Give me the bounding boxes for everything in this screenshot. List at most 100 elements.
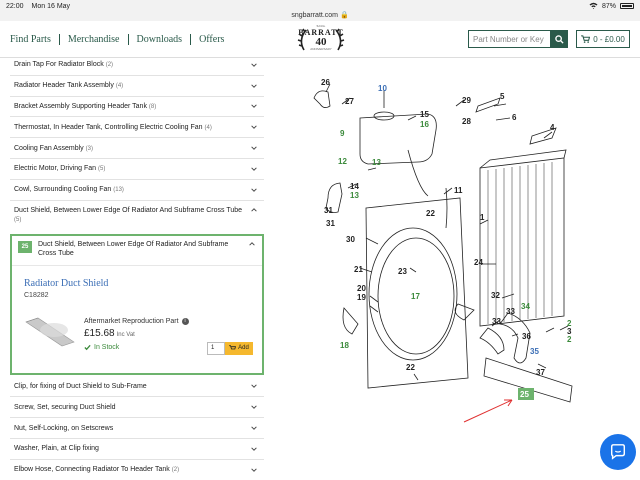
category-row[interactable]: Drain Tap For Radiator Block (2) <box>10 55 264 76</box>
category-label: Elbow Hose, Connecting Radiator To Heade… <box>14 466 170 474</box>
callout-6: 6 <box>512 113 517 122</box>
callout-22a: 22 <box>426 209 435 218</box>
callout-9: 9 <box>340 129 345 138</box>
category-count: (2) <box>105 62 114 69</box>
chat-button[interactable] <box>600 434 636 470</box>
callout-25: 25 <box>520 390 529 399</box>
category-label: Duct Shield, Between Lower Edge Of Radia… <box>14 206 243 214</box>
url-bar[interactable]: sngbarratt.com 🔒 <box>0 11 640 21</box>
category-row[interactable]: Cooling Fan Assembly (3) <box>10 138 264 159</box>
category-count: (13) <box>113 187 124 194</box>
product-code: C18282 <box>24 291 49 299</box>
callout-33a: 33 <box>492 317 501 326</box>
nav-find-parts[interactable]: Find Parts <box>10 34 59 45</box>
category-label: Radiator Header Tank Assembly <box>14 82 114 90</box>
callout-10: 10 <box>378 84 387 93</box>
site-logo[interactable]: S.N.G. BARRATT 40 ANNIVERSARY <box>296 24 346 56</box>
part-header[interactable]: 25 Duct Shield, Between Lower Edge Of Ra… <box>12 236 262 266</box>
category-count: (3) <box>85 145 93 152</box>
callout-23: 23 <box>398 267 407 276</box>
main-nav: Find Parts Merchandise Downloads Offers <box>10 34 232 45</box>
callout-35: 35 <box>530 347 539 356</box>
info-icon[interactable]: i <box>181 317 189 325</box>
callout-37: 37 <box>536 368 545 377</box>
chevron-down-icon <box>251 104 257 109</box>
chevron-down-icon <box>251 384 257 389</box>
category-label: Drain Tap For Radiator Block <box>14 61 104 69</box>
product-image[interactable] <box>24 312 76 352</box>
callout-31b: 31 <box>326 219 335 228</box>
search-input[interactable]: Part Number or Key <box>468 30 550 48</box>
chevron-down-icon <box>251 426 257 430</box>
nav-merchandise[interactable]: Merchandise <box>58 34 128 45</box>
category-row[interactable]: Electric Motor, Driving Fan (5) <box>10 159 264 180</box>
callout-13b: 13 <box>350 191 359 200</box>
chevron-down-icon <box>251 84 257 88</box>
category-row[interactable]: Nut, Self-Locking, on Setscrews <box>10 418 264 439</box>
cart-button[interactable]: 0 - £0.00 <box>576 30 630 48</box>
callout-21: 21 <box>354 265 363 274</box>
category-count: (8) <box>148 103 157 110</box>
callout-29: 29 <box>462 96 471 105</box>
parts-diagram: 25 26 27 10 29 28 15 16 5 6 4 9 12 13 14… <box>313 78 573 423</box>
status-battery: 87% <box>601 2 616 10</box>
category-label: Clip, for fixing of Duct Shield to Sub-F… <box>14 382 147 390</box>
product-title[interactable]: Radiator Duct Shield <box>24 278 108 289</box>
category-label: Cowl, Surrounding Cooling Fan <box>14 186 112 194</box>
product-type-text: Aftermarket Reproduction Part <box>84 317 179 325</box>
category-count: (4) <box>204 124 212 131</box>
category-row[interactable]: Thermostat, In Header Tank, Controlling … <box>10 117 264 139</box>
check-icon <box>84 344 91 350</box>
callout-27: 27 <box>345 97 354 106</box>
category-label: Cooling Fan Assembly <box>14 144 84 152</box>
category-row[interactable]: Washer, Plain, at Clip fixing <box>10 439 264 460</box>
category-row[interactable]: Bracket Assembly Supporting Header Tank … <box>10 97 264 118</box>
product-price: £15.68 Inc Vat <box>84 328 135 339</box>
category-open[interactable]: Duct Shield, Between Lower Edge Of Radia… <box>10 201 264 232</box>
chevron-down-icon <box>251 447 257 451</box>
chevron-down-icon <box>251 405 257 410</box>
category-label: Bracket Assembly Supporting Header Tank <box>14 102 147 110</box>
stock-status: In Stock <box>84 344 119 351</box>
callout-28: 28 <box>462 117 471 126</box>
category-row[interactable]: Screw, Set, securing Duct Shield <box>10 397 264 419</box>
add-to-basket-button[interactable]: Add <box>225 341 253 355</box>
cart-label: 0 - £0.00 <box>593 34 625 44</box>
category-row[interactable]: Cowl, Surrounding Cooling Fan (13) <box>10 180 264 201</box>
callout-26: 26 <box>321 78 330 87</box>
callout-24: 24 <box>474 258 483 267</box>
nav-offers[interactable]: Offers <box>190 34 232 45</box>
radiator-core <box>479 157 565 327</box>
chevron-down-icon <box>251 468 257 472</box>
callout-20: 20 <box>357 284 366 293</box>
search-icon <box>554 34 564 44</box>
callout-12: 12 <box>338 157 347 166</box>
chevron-up-icon <box>251 207 257 212</box>
nav-downloads[interactable]: Downloads <box>127 34 191 45</box>
chevron-down-icon <box>251 63 257 67</box>
callout-19: 19 <box>357 293 366 302</box>
callout-36: 36 <box>522 332 531 341</box>
status-time: 22:00 <box>6 2 24 10</box>
expanded-part-card: 25 Duct Shield, Between Lower Edge Of Ra… <box>10 233 264 375</box>
category-row[interactable]: Radiator Header Tank Assembly (4) <box>10 76 264 97</box>
logo-sub: ANNIVERSARY <box>310 47 332 51</box>
cart-icon <box>581 35 591 43</box>
category-row[interactable]: Clip, for fixing of Duct Shield to Sub-F… <box>10 377 264 398</box>
category-row[interactable]: Elbow Hose, Connecting Radiator To Heade… <box>10 460 264 480</box>
callout-31a: 31 <box>324 206 333 215</box>
price-value: £15.68 <box>84 327 115 339</box>
category-list: Drain Tap For Radiator Block (2) Radiator… <box>10 55 264 480</box>
callout-11: 11 <box>454 186 463 195</box>
callout-33b: 33 <box>506 307 515 316</box>
search-button[interactable] <box>550 30 568 48</box>
callout-34: 34 <box>521 302 530 311</box>
chevron-down-icon <box>251 167 257 171</box>
battery-icon <box>620 3 634 9</box>
part-label: Duct Shield, Between Lower Edge Of Radia… <box>38 240 229 258</box>
callout-14: 14 <box>350 182 359 191</box>
quantity-input[interactable]: 1 <box>207 341 225 355</box>
callout-1: 1 <box>480 213 485 222</box>
callout-30: 30 <box>346 235 355 244</box>
wifi-icon <box>589 2 598 11</box>
